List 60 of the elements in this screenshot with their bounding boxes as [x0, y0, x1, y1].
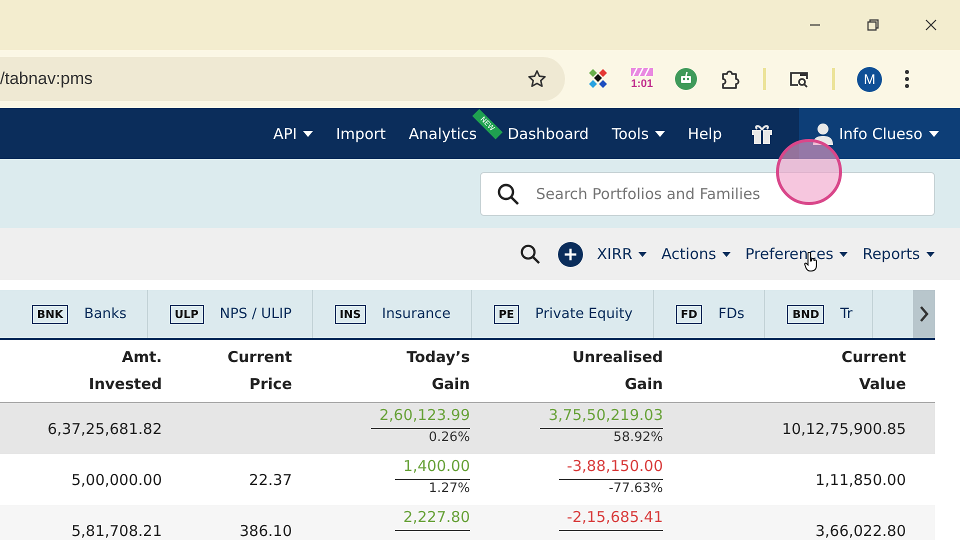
- dropdown-menu-button[interactable]: XIRR: [596, 245, 648, 263]
- asset-tab[interactable]: INS Insurance: [312, 290, 472, 338]
- gain-percent: 1.27%: [428, 480, 470, 498]
- gain-value: -2,15,685.41: [558, 507, 663, 531]
- timer-text[interactable]: 1:01: [631, 78, 654, 90]
- gain-value: 2,227.80: [395, 507, 470, 531]
- table-cell: 22.37: [249, 470, 292, 488]
- table-cell: 5,81,708.21: [71, 522, 162, 540]
- asset-tab[interactable]: ULP NPS / ULIP: [148, 290, 313, 338]
- gain-value: 3,75,50,219.03: [540, 405, 663, 429]
- caret-icon: [722, 252, 732, 256]
- robot-icon[interactable]: [675, 68, 698, 90]
- gain-percent: 58.92%: [613, 429, 663, 447]
- gift-icon[interactable]: [751, 124, 773, 144]
- table-cell: 386.10: [240, 522, 292, 540]
- nav-link[interactable]: Dashboard: [507, 124, 589, 142]
- puzzle-icon[interactable]: [719, 68, 742, 90]
- gain-value: -3,88,150.00: [558, 456, 663, 480]
- search-icon: [497, 182, 519, 204]
- search-field[interactable]: Search Portfolios and Families: [480, 172, 935, 216]
- gain-percent: 0.26%: [428, 429, 470, 447]
- caret-icon: [839, 252, 848, 256]
- search-icon[interactable]: [520, 244, 540, 264]
- gain-percent: -77.63%: [608, 480, 663, 498]
- caret-icon: [638, 252, 648, 256]
- column-header: Current Price: [226, 347, 293, 395]
- table-cell: 3,66,022.80: [815, 522, 906, 540]
- column-header: Amt. Invested: [88, 347, 163, 395]
- asset-tab[interactable]: BND Tr: [765, 290, 874, 338]
- star-icon[interactable]: [527, 69, 547, 89]
- caret-icon: [926, 252, 935, 256]
- column-header: Today’s Gain: [406, 347, 471, 395]
- dropdown-menu-button[interactable]: Reports: [862, 245, 935, 263]
- asset-tab[interactable]: BNK Banks: [0, 290, 148, 338]
- nav-link[interactable]: Tools: [612, 124, 665, 142]
- table-cell: 6,37,25,681.82: [47, 420, 162, 438]
- add-icon[interactable]: [558, 242, 583, 266]
- dropdown-menu-button[interactable]: Preferences: [745, 245, 848, 263]
- user-icon: [813, 122, 833, 144]
- dropdown-menu-button[interactable]: Actions: [661, 245, 732, 263]
- profile-avatar[interactable]: M: [857, 66, 882, 92]
- table-cell: 10,12,75,900.85: [782, 420, 906, 438]
- diamonds-icon[interactable]: [587, 68, 609, 90]
- column-header: Unrealised Gain: [571, 347, 664, 395]
- gain-value: 1,400.00: [395, 456, 470, 480]
- asset-tab[interactable]: PE Private Equity: [472, 290, 654, 338]
- scroll-right-icon[interactable]: [913, 290, 935, 338]
- more-menu-icon[interactable]: [904, 69, 910, 89]
- address-bar[interactable]: /tabnav:pms: [0, 57, 565, 101]
- restore-icon[interactable]: [867, 19, 879, 31]
- user-menu[interactable]: Info Clueso: [799, 108, 960, 159]
- nav-link[interactable]: API: [273, 124, 313, 142]
- nav-link[interactable]: Help: [688, 124, 722, 142]
- asset-tab[interactable]: FD FDs: [654, 290, 766, 338]
- gain-value: 2,60,123.99: [371, 405, 470, 429]
- nav-link[interactable]: Import: [336, 124, 386, 142]
- column-header: Current Value: [840, 347, 907, 395]
- table-cell: 5,00,000.00: [71, 470, 162, 488]
- table-cell: 1,11,850.00: [815, 470, 906, 488]
- close-icon[interactable]: [925, 19, 937, 31]
